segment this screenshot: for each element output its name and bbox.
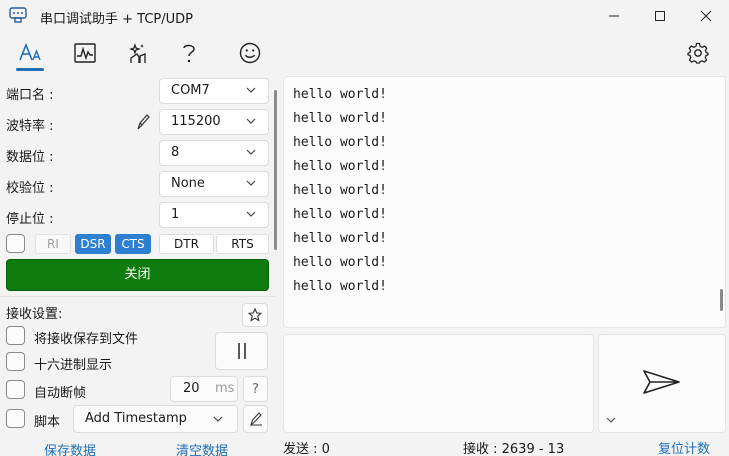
pen-edit-icon[interactable] [135,113,151,131]
window-title: 串口调试助手 + TCP/UDP [40,12,193,27]
script-label: 脚本 [34,415,61,430]
tools-tab-button[interactable] [122,37,154,69]
settings-button[interactable] [682,37,714,69]
close-port-button[interactable]: 关闭 [6,259,269,291]
hex-display-label: 十六进制显示 [34,358,113,373]
divider [0,296,276,297]
databits-label: 数据位 : [6,150,54,165]
port-label: 端口名 : [6,88,54,103]
waveform-icon [74,43,96,63]
signal-checkbox[interactable] [6,234,25,253]
star-icon [248,308,262,322]
chevron-down-icon[interactable] [604,413,618,427]
receive-line: hello world! [293,111,387,126]
baud-label: 波特率 : [6,119,54,134]
chevron-down-icon [246,211,256,217]
pen-edit-icon [249,412,262,427]
receive-line: hello world! [293,183,387,198]
settings-scrollbar[interactable] [274,90,277,250]
minimize-button[interactable] [591,0,637,32]
receive-settings-label: 接收设置: [6,307,63,322]
waveform-tab-button[interactable] [69,37,101,69]
sparkle-edit-icon [129,43,146,63]
auto-frame-label: 自动断帧 [34,386,87,401]
signal-ri: RI [35,234,71,254]
parity-select[interactable]: None [159,171,269,197]
receive-line: hello world! [293,87,387,102]
chevron-down-icon [246,180,256,186]
dtr-button[interactable]: DTR [159,234,214,254]
received-count: 接收 : 2639 - 13 [463,442,565,456]
timestamp-value: Add Timestamp [85,411,187,426]
auto-frame-checkbox[interactable] [6,380,25,399]
chevron-down-icon [213,416,223,422]
frame-interval-input[interactable]: 20 ms [170,376,238,402]
signal-dsr: DSR [75,234,111,254]
port-value: COM7 [171,83,210,98]
serial-port-app-icon [9,7,27,23]
receive-textarea[interactable]: hello world! hello world! hello world! hell… [283,76,726,328]
pause-icon [237,343,246,359]
active-tab-indicator [16,68,44,71]
help-mark: ? [252,381,259,397]
frame-interval-value: 20 [183,381,200,396]
receive-line: hello world! [293,279,387,294]
rts-button[interactable]: RTS [216,234,269,254]
minimize-icon [609,15,619,17]
receive-line: hello world! [293,207,387,222]
receive-line: hello world! [293,255,387,270]
script-checkbox[interactable] [6,409,25,428]
close-window-button[interactable] [683,0,729,32]
maximize-button[interactable] [637,0,683,32]
save-to-file-checkbox[interactable] [6,326,25,345]
receive-line: hello world! [293,159,387,174]
maximize-icon [655,11,665,21]
hex-display-checkbox[interactable] [6,352,25,371]
frame-help-button[interactable]: ? [243,376,268,402]
pause-button[interactable] [215,332,268,370]
title-bar: 串口调试助手 + TCP/UDP [0,0,729,32]
edit-script-button[interactable] [243,405,268,433]
databits-select[interactable]: 8 [159,140,269,166]
signal-cts: CTS [115,234,151,254]
stopbits-value: 1 [171,207,180,222]
port-select[interactable]: COM7 [159,78,269,104]
help-tab-button[interactable] [173,37,205,69]
send-icon [643,370,680,394]
chevron-down-icon [246,118,256,124]
sent-count: 发送 : 0 [283,442,330,456]
receive-line: hello world! [293,135,387,150]
favorite-button[interactable] [242,303,268,327]
chevron-down-icon [246,149,256,155]
help-icon [183,44,195,63]
about-tab-button[interactable] [234,37,266,69]
timestamp-select[interactable]: Add Timestamp [73,405,238,433]
send-textarea[interactable] [283,334,594,433]
clear-data-link[interactable]: 清空数据 [176,440,228,456]
stopbits-select[interactable]: 1 [159,202,269,228]
receive-line: hello world! [293,231,387,246]
chevron-down-icon [246,87,256,93]
parity-label: 校验位 : [6,181,54,196]
save-data-link[interactable]: 保存数据 [44,440,96,456]
text-font-icon [19,42,41,61]
close-icon [700,10,712,22]
databits-value: 8 [171,145,180,160]
send-button[interactable] [598,334,726,433]
receive-scrollbar[interactable] [720,289,723,311]
frame-interval-unit: ms [215,381,235,396]
reset-count-link[interactable]: 复位计数 [658,438,710,456]
stopbits-label: 停止位 : [6,212,54,227]
toolbar [0,32,729,74]
save-to-file-label: 将接收保存到文件 [34,332,139,347]
parity-value: None [171,176,205,191]
baud-value: 115200 [171,114,221,129]
baud-select[interactable]: 115200 [159,109,269,135]
serial-tab-button[interactable] [14,37,46,69]
smiley-icon [239,42,261,64]
gear-icon [687,42,709,64]
